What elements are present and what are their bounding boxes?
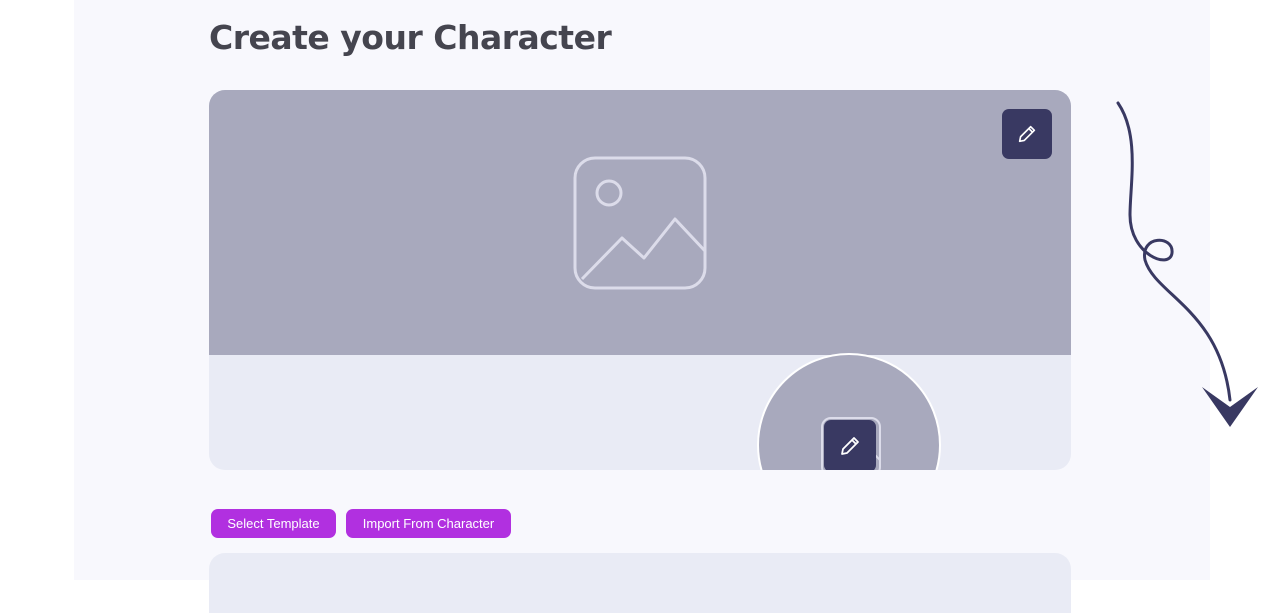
- avatar-image-circle[interactable]: [757, 353, 941, 470]
- character-banner-card: [209, 90, 1071, 470]
- curly-arrow-icon: [1116, 101, 1258, 427]
- pencil-icon: [1018, 125, 1036, 143]
- edit-avatar-button[interactable]: [824, 420, 876, 470]
- import-from-character-button[interactable]: Import From Character: [346, 509, 511, 538]
- details-section-card: [209, 553, 1071, 613]
- banner-image-area[interactable]: [209, 90, 1071, 355]
- select-template-button[interactable]: Select Template: [211, 509, 336, 538]
- image-placeholder-icon: [573, 156, 707, 290]
- pencil-icon: [841, 437, 859, 455]
- edit-banner-button[interactable]: [1002, 109, 1052, 159]
- page-title: Create your Character: [209, 18, 612, 57]
